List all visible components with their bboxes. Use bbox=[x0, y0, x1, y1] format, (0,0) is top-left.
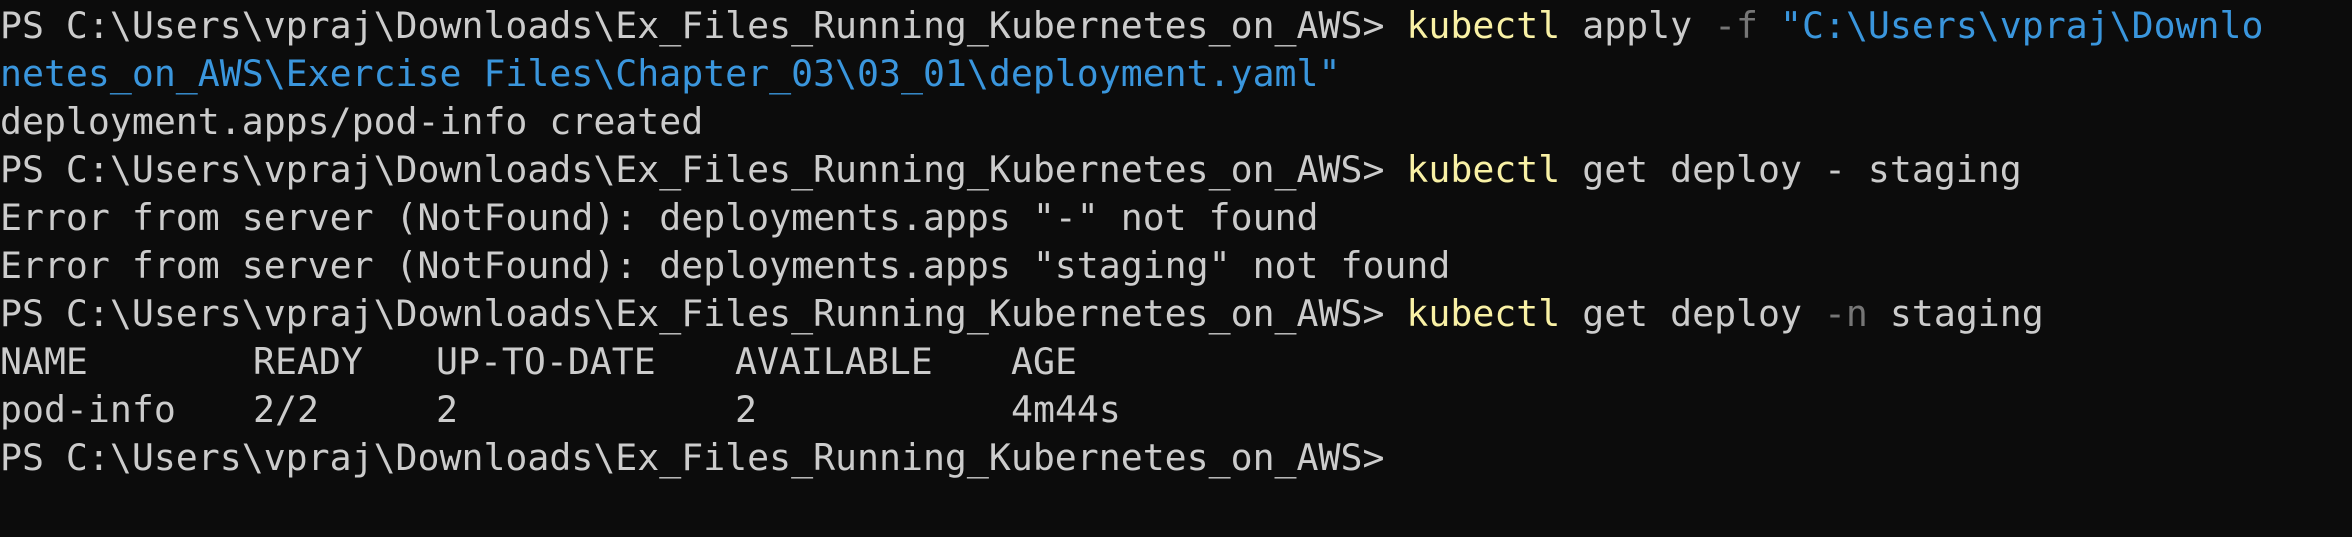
terminal-line-get-deploy-namespace: PS C:\Users\vpraj\Downloads\Ex_Files_Run… bbox=[0, 290, 2352, 338]
terminal-line-apply: PS C:\Users\vpraj\Downloads\Ex_Files_Run… bbox=[0, 2, 2352, 50]
table-cell-up-to-date: 2 bbox=[436, 388, 458, 431]
table-header-row: NAME READY UP-TO-DATE AVAILABLE AGE bbox=[0, 338, 2352, 386]
command-arguments: get deploy - staging bbox=[1582, 148, 2022, 191]
table-header-name: NAME bbox=[0, 340, 88, 383]
table-cell-age: 4m44s bbox=[1011, 388, 1121, 431]
command-arguments: get deploy bbox=[1582, 292, 1802, 335]
file-path-string: "C:\Users\vpraj\Downlo bbox=[1780, 4, 2264, 47]
command-flag: -f bbox=[1714, 4, 1759, 47]
namespace-argument: staging bbox=[1889, 292, 2044, 335]
error-text: Error from server (NotFound): deployment… bbox=[0, 196, 1319, 239]
table-header-ready: READY bbox=[253, 340, 363, 383]
table-row: pod-info 2/2 2 2 4m44s bbox=[0, 386, 2352, 434]
terminal-output-created: deployment.apps/pod-info created bbox=[0, 98, 2352, 146]
shell-prompt: PS C:\Users\vpraj\Downloads\Ex_Files_Run… bbox=[0, 292, 1385, 335]
file-path-string-continued: netes_on_AWS\Exercise Files\Chapter_03\0… bbox=[0, 52, 1341, 95]
terminal-error-line: Error from server (NotFound): deployment… bbox=[0, 194, 2352, 242]
table-cell-available: 2 bbox=[735, 388, 757, 431]
shell-prompt: PS C:\Users\vpraj\Downloads\Ex_Files_Run… bbox=[0, 148, 1385, 191]
command-flag: -n bbox=[1823, 292, 1868, 335]
table-header-up-to-date: UP-TO-DATE bbox=[436, 340, 656, 383]
terminal-window[interactable]: PS C:\Users\vpraj\Downloads\Ex_Files_Run… bbox=[0, 0, 2352, 537]
shell-prompt: PS C:\Users\vpraj\Downloads\Ex_Files_Run… bbox=[0, 4, 1385, 47]
command-name: kubectl bbox=[1406, 292, 1561, 335]
terminal-line-path-continued: netes_on_AWS\Exercise Files\Chapter_03\0… bbox=[0, 50, 2352, 98]
shell-prompt: PS C:\Users\vpraj\Downloads\Ex_Files_Run… bbox=[0, 436, 1385, 479]
terminal-line-current-prompt[interactable]: PS C:\Users\vpraj\Downloads\Ex_Files_Run… bbox=[0, 434, 2352, 482]
command-name: kubectl bbox=[1406, 4, 1561, 47]
command-name: kubectl bbox=[1406, 148, 1561, 191]
table-header-available: AVAILABLE bbox=[735, 340, 933, 383]
terminal-error-line: Error from server (NotFound): deployment… bbox=[0, 242, 2352, 290]
table-header-age: AGE bbox=[1011, 340, 1077, 383]
command-argument: apply bbox=[1582, 4, 1693, 47]
table-cell-name: pod-info bbox=[0, 388, 176, 431]
output-text: deployment.apps/pod-info created bbox=[0, 100, 704, 143]
table-cell-ready: 2/2 bbox=[253, 388, 319, 431]
error-text: Error from server (NotFound): deployment… bbox=[0, 244, 1451, 287]
terminal-line-get-deploy: PS C:\Users\vpraj\Downloads\Ex_Files_Run… bbox=[0, 146, 2352, 194]
